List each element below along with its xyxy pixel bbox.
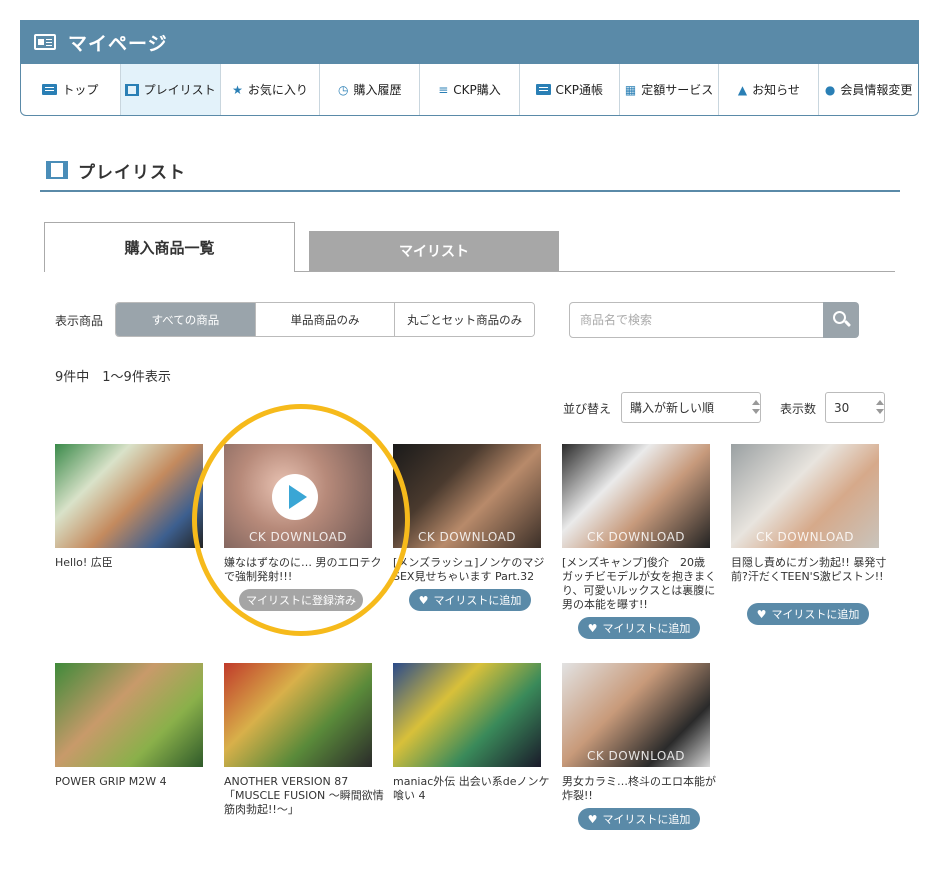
button-label: マイリストに追加 (602, 813, 691, 826)
thumbnail-caption: CK DOWNLOAD (586, 530, 686, 544)
nav-label: 定額サービス (641, 83, 714, 97)
add-to-mylist-button[interactable]: ♥ マイリストに追加 (578, 808, 700, 830)
nav-ckp-purchase[interactable]: ≡ CKP購入 (420, 64, 520, 115)
thumbnail-caption: CK DOWNLOAD (755, 530, 855, 544)
per-page-value: 30 (834, 400, 850, 415)
heart-icon: ♥ (587, 812, 598, 826)
nav-label: プレイリスト (143, 83, 216, 97)
filter-single-button[interactable]: 単品商品のみ (255, 303, 396, 336)
nav-top[interactable]: トップ (21, 64, 121, 115)
product-title[interactable]: ANOTHER VERSION 87 「MUSCLE FUSION ～瞬間欲情筋… (224, 775, 384, 817)
mypage-header: マイページ (20, 20, 919, 64)
product-thumbnail[interactable] (55, 663, 203, 767)
add-to-mylist-button[interactable]: ♥ マイリストに追加 (747, 603, 869, 625)
play-icon[interactable] (272, 474, 318, 520)
product-title[interactable]: 男女カラミ…柊斗のエロ本能が炸裂!! (562, 775, 722, 803)
film-icon (124, 83, 139, 96)
id-card-icon (42, 84, 58, 95)
heart-icon: ♥ (418, 593, 429, 607)
product-title[interactable]: [メンズキャンプ]俊介 20歳 ガッチビモデルが女を抱きまくり、可愛いルックスと… (562, 556, 722, 612)
product-thumbnail[interactable]: CK DOWNLOAD (393, 444, 541, 548)
add-to-mylist-button[interactable]: ♥ マイリストに追加 (578, 617, 700, 639)
product-thumbnail[interactable]: CK DOWNLOAD (562, 663, 710, 767)
nav-playlist[interactable]: プレイリスト (120, 64, 221, 115)
product-thumbnail[interactable] (393, 663, 541, 767)
thumbnail-caption: CK DOWNLOAD (248, 530, 348, 544)
id-card-icon (34, 34, 56, 50)
film-icon (46, 161, 68, 179)
product-title[interactable]: 目隠し責めにガン勃起!! 暴発寸前?汗だくTEEN'S激ピストン!! (731, 556, 891, 584)
product-title[interactable]: maniac外伝 出会い系deノンケ喰い 4 (393, 775, 553, 803)
nav-account-settings[interactable]: ● 会員情報変更 (819, 64, 918, 115)
header-title: マイページ (68, 32, 168, 55)
star-icon: ★ (232, 82, 243, 97)
tab-purchased-list[interactable]: 購入商品一覧 (44, 222, 295, 272)
nav-purchase-history[interactable]: ◷ 購入履歴 (320, 64, 421, 115)
filter-all-button[interactable]: すべての商品 (116, 303, 256, 336)
clock-icon: ◷ (337, 82, 349, 97)
thumbnail-caption: CK DOWNLOAD (417, 530, 517, 544)
add-to-mylist-button[interactable]: ♥ マイリストに追加 (409, 589, 531, 611)
product-title[interactable]: [メンズラッシュ]ノンケのマジSEX見せちゃいます Part.32 (393, 556, 553, 584)
tabs: 購入商品一覧 マイリスト (44, 222, 895, 272)
search-box (569, 302, 859, 338)
product-title[interactable]: POWER GRIP M2W 4 (55, 775, 215, 789)
nav-label: 会員情報変更 (840, 83, 913, 97)
product-thumbnail[interactable]: CK DOWNLOAD (731, 444, 879, 548)
calendar-icon: ▦ (624, 82, 637, 97)
heart-icon: ♥ (587, 621, 598, 635)
passbook-icon (535, 84, 551, 95)
nav-notices[interactable]: ▲ お知らせ (719, 64, 820, 115)
product-title[interactable]: 嫌なはずなのに… 男のエロテクで強制発射!!! (224, 556, 384, 584)
sort-label: 並び替え (563, 402, 612, 416)
nav-label: CKP通帳 (555, 83, 604, 97)
product-title[interactable]: Hello! 広臣 (55, 556, 215, 570)
filter-label: 表示商品 (55, 314, 104, 328)
sort-select[interactable]: 購入が新しい順 (621, 392, 761, 423)
mypage-nav: トップ プレイリスト ★ お気に入り ◷ 購入履歴 ≡ CKP購入 CKP通帳 … (20, 64, 919, 116)
heart-icon: ♥ (756, 607, 767, 621)
filter-set-button[interactable]: 丸ごとセット商品のみ (395, 303, 534, 336)
product-thumbnail[interactable] (55, 444, 203, 548)
per-page-select[interactable]: 30 (825, 392, 885, 423)
nav-label: 購入履歴 (353, 83, 402, 97)
nav-subscription[interactable]: ▦ 定額サービス (620, 64, 720, 115)
coins-icon: ≡ (438, 82, 449, 97)
page-title-bar: プレイリスト (40, 158, 900, 192)
nav-label: お気に入り (247, 83, 308, 97)
button-label: マイリストに追加 (771, 608, 860, 621)
button-label: マイリストに追加 (433, 594, 522, 607)
thumbnail-caption: CK DOWNLOAD (586, 749, 686, 763)
button-label: マイリストに追加 (602, 622, 691, 635)
bell-icon: ▲ (737, 82, 748, 97)
product-thumbnail[interactable]: CK DOWNLOAD (562, 444, 710, 548)
product-thumbnail[interactable]: CK DOWNLOAD (224, 444, 372, 548)
per-page-label: 表示数 (780, 402, 817, 416)
product-thumbnail[interactable] (224, 663, 372, 767)
search-input[interactable] (569, 302, 824, 338)
nav-label: お知らせ (752, 83, 800, 97)
product-filter: すべての商品 単品商品のみ 丸ごとセット商品のみ (115, 302, 535, 337)
nav-favorites[interactable]: ★ お気に入り (221, 64, 321, 115)
nav-label: CKP購入 (453, 83, 501, 97)
result-count: 9件中 1〜9件表示 (55, 370, 171, 385)
user-icon: ● (824, 82, 836, 97)
sort-value: 購入が新しい順 (630, 401, 715, 415)
nav-label: トップ (62, 83, 99, 97)
mylist-registered-button[interactable]: マイリストに登録済み (239, 589, 363, 611)
nav-ckp-passbook[interactable]: CKP通帳 (520, 64, 620, 115)
page-title: プレイリスト (78, 163, 186, 183)
tab-mylist[interactable]: マイリスト (309, 231, 559, 271)
search-button[interactable] (823, 302, 859, 338)
